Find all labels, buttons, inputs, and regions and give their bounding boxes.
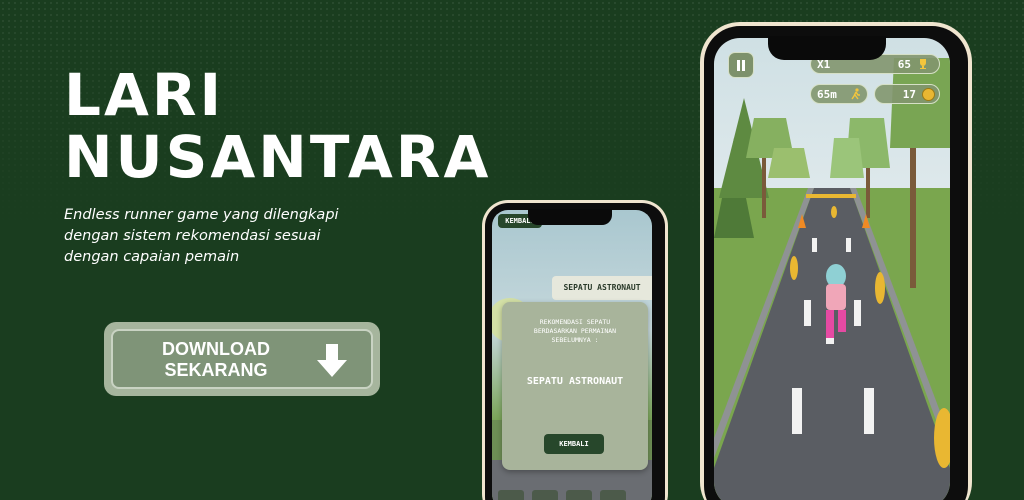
gameplay-screen: X1 65 65m 17 — [714, 38, 950, 500]
coin-counter-pill: 17 — [874, 84, 940, 104]
description-line-2: dengan sistem rekomendasi sesuai — [64, 228, 321, 244]
phone-gameplay: X1 65 65m 17 — [700, 22, 972, 500]
dialog-line-3: SEBELUMNYA : — [551, 336, 599, 344]
phone-notch — [528, 209, 612, 225]
distance-pill: 65m — [810, 84, 868, 104]
recommended-item: SEPATU ASTRONAUT — [526, 376, 624, 387]
page-title: LARI NUSANTARA — [64, 64, 491, 188]
arrow-down-icon — [317, 344, 347, 377]
coin-pickup — [831, 206, 837, 218]
runner-icon — [851, 88, 860, 100]
coin-count: 17 — [902, 87, 916, 101]
title-line-1: LARI — [64, 61, 225, 129]
download-button-face[interactable]: DOWNLOAD SEKARANG — [111, 329, 373, 389]
download-button[interactable]: DOWNLOAD SEKARANG — [104, 322, 380, 396]
item-tab[interactable]: SEPATU ASTRONAUT — [552, 276, 652, 300]
phone-notch — [768, 36, 886, 60]
description-line-3: dengan capaian pemain — [64, 249, 240, 265]
recommendation-dialog: REKOMENDASI SEPATU BERDASARKAN PERMAINAN… — [502, 302, 648, 470]
distance: 65m — [817, 87, 837, 101]
dialog-line-1: REKOMENDASI SEPATU — [539, 318, 611, 326]
description-line-1: Endless runner game yang dilengkapi — [64, 207, 339, 223]
download-label-line-1: DOWNLOAD — [162, 339, 270, 359]
coin-icon — [922, 87, 935, 101]
game-scene — [714, 58, 950, 500]
download-label-line-2: SEKARANG — [164, 360, 268, 380]
dialog-line-2: BERDASARKAN PERMAINAN — [533, 327, 617, 335]
trophy-icon — [920, 59, 926, 69]
dialog-back-button[interactable]: KEMBALI — [544, 434, 604, 454]
download-button-label: DOWNLOAD SEKARANG — [141, 339, 291, 381]
pause-button[interactable] — [728, 52, 754, 78]
app-description: Endless runner game yang dilengkapi deng… — [64, 205, 404, 268]
score: 65 — [897, 57, 911, 71]
recommendation-screen: KEMBALI SEPATU ASTRONAUT REKOMENDASI SEP… — [492, 210, 652, 500]
phone-recommendation: KEMBALI SEPATU ASTRONAUT REKOMENDASI SEP… — [482, 200, 668, 500]
dialog-message: REKOMENDASI SEPATU BERDASARKAN PERMAINAN… — [510, 318, 640, 345]
title-line-2: NUSANTARA — [64, 123, 492, 191]
